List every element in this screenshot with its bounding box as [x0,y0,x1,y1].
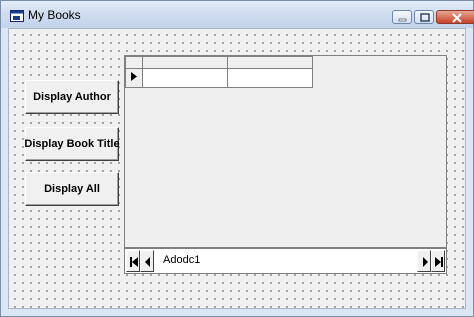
grid-cell[interactable] [227,68,313,88]
grid-table [125,56,313,88]
adodc-control: Adodc1 [124,248,447,274]
display-author-button[interactable]: Display Author [25,80,119,114]
grid-corner-cell [125,56,143,69]
previous-record-icon [145,257,150,267]
display-book-title-button[interactable]: Display Book Title [24,127,120,161]
first-record-button[interactable] [126,250,140,272]
app-icon [10,9,24,22]
close-icon [452,13,462,23]
next-record-button[interactable] [417,250,431,272]
row-selector-arrow-icon [131,72,137,81]
last-record-button[interactable] [431,250,445,272]
form-window: My Books Display Author Display Book Tit… [0,0,474,317]
minimize-icon [398,18,407,22]
title-bar[interactable]: My Books [1,1,474,28]
maximize-icon [420,13,430,22]
display-all-button[interactable]: Display All [25,172,119,206]
grid-header-row [125,56,313,69]
next-record-icon [423,257,428,267]
grid-data-row [125,68,313,88]
adodc-caption: Adodc1 [163,254,201,266]
maximize-button[interactable] [414,10,434,24]
grid-column-header[interactable] [142,56,228,69]
previous-record-button[interactable] [140,250,154,272]
window-title: My Books [28,8,81,22]
grid-cell[interactable] [142,68,228,88]
close-button[interactable] [436,10,474,24]
form-client-area: Display Author Display Book Title Displa… [8,28,466,309]
last-record-icon [435,257,443,267]
row-selector[interactable] [125,68,143,88]
data-grid[interactable] [124,55,447,248]
grid-column-header[interactable] [227,56,313,69]
first-record-icon [130,257,138,267]
minimize-button[interactable] [392,10,412,24]
